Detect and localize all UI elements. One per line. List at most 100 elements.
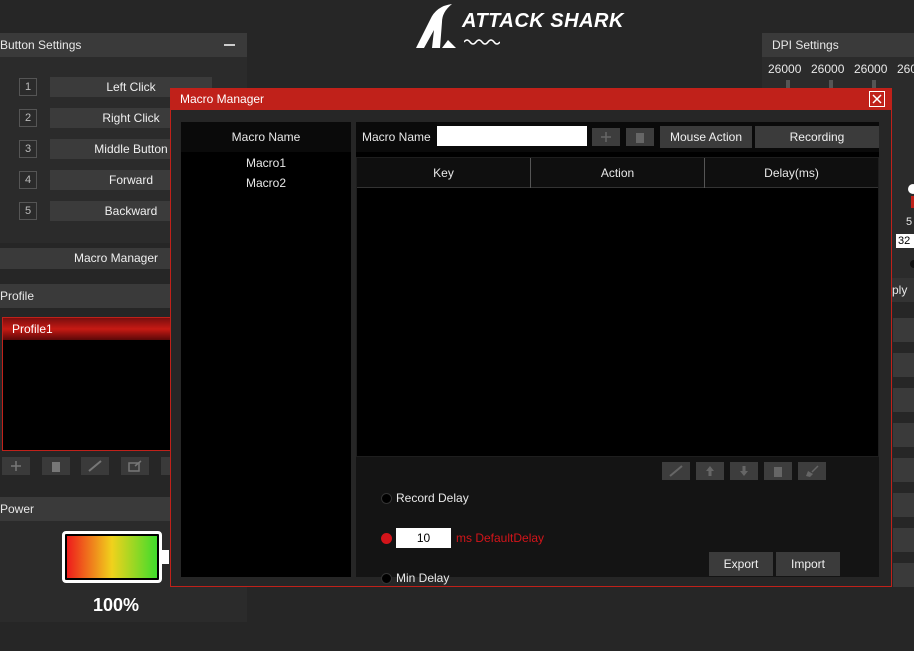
macro-toolbar: Macro Name Mouse Action Recording [356, 122, 879, 152]
minimize-icon[interactable] [224, 44, 235, 46]
macro-list-item[interactable]: Macro1 [181, 152, 351, 174]
right-list-row[interactable] [893, 388, 914, 412]
profile-add-button[interactable] [2, 457, 30, 475]
dpi-side-value: 5 [906, 216, 913, 228]
dpi-value-4: 260 [897, 62, 914, 76]
record-delay-radio[interactable] [381, 492, 392, 504]
brand-name: ATTACK SHARK [462, 10, 624, 32]
move-up-button[interactable] [696, 462, 724, 480]
plus-icon [11, 461, 21, 471]
trash-icon [52, 462, 60, 472]
import-label: Import [790, 557, 825, 571]
right-list-row[interactable] [893, 563, 914, 587]
button-number-badge: 4 [19, 171, 37, 189]
battery-fill [67, 536, 157, 578]
button-number-badge: 3 [19, 140, 37, 158]
dialog-title-bar: Macro Manager [171, 89, 891, 110]
macro-manager-button[interactable]: Macro Manager [0, 248, 172, 269]
profile-header: Profile [0, 284, 172, 308]
add-macro-button[interactable] [592, 128, 620, 146]
macro-manager-button-label: Macro Manager [73, 251, 159, 265]
record-delay-option[interactable]: Record Delay [381, 491, 469, 505]
macro-list-item-label: Macro1 [245, 156, 286, 170]
export-label: Export [723, 557, 759, 571]
button-assign-label: Right Click [102, 111, 160, 125]
power-title: Power [0, 502, 35, 516]
right-list-row[interactable] [893, 458, 914, 482]
dialog-close-button[interactable] [869, 91, 885, 107]
move-down-button[interactable] [730, 462, 758, 480]
macro-editor: Macro Name Mouse Action Recording Key Ac… [356, 122, 879, 585]
dpi-radio[interactable] [910, 260, 914, 268]
button-assign-label: Forward [108, 173, 153, 187]
column-delay[interactable]: Delay(ms) [705, 158, 878, 188]
macro-list-item-label: Macro2 [245, 176, 286, 190]
import-button[interactable]: Import [776, 552, 840, 576]
profile-edit-button[interactable] [81, 457, 109, 475]
export-button[interactable]: Export [709, 552, 773, 576]
button-settings-header: Button Settings [0, 33, 247, 57]
battery-percent: 100% [92, 595, 140, 615]
default-delay-label: ms DefaultDelay [456, 531, 545, 545]
dpi-value-3: 26000 [854, 62, 888, 76]
macro-name-input[interactable] [437, 126, 587, 146]
arrow-down-icon [740, 466, 748, 476]
min-delay-radio[interactable] [381, 572, 392, 584]
min-delay-option[interactable]: Min Delay [381, 571, 449, 585]
profile-export-button[interactable] [121, 457, 149, 475]
dpi-slider-handle[interactable] [908, 184, 914, 194]
arrow-up-icon [706, 466, 714, 476]
power-header: Power [0, 497, 172, 521]
plus-icon [601, 132, 611, 142]
dpi-input[interactable]: 32 [896, 234, 914, 248]
profile-list: Profile1 [2, 317, 172, 451]
edit-event-button[interactable] [662, 462, 690, 480]
recording-label: Recording [789, 130, 845, 144]
close-icon [872, 94, 882, 104]
profile-title: Profile [0, 289, 35, 303]
macro-name-label: Macro Name [362, 130, 431, 144]
macro-list-item[interactable]: Macro2 [181, 174, 351, 196]
record-delay-label: Record Delay [396, 491, 469, 505]
profile-delete-button[interactable] [42, 457, 70, 475]
delete-event-button[interactable] [764, 462, 792, 480]
column-key[interactable]: Key [357, 158, 531, 188]
default-delay-option[interactable]: ms DefaultDelay [381, 528, 544, 548]
profile-item[interactable]: Profile1 [3, 318, 171, 340]
button-assign-label: Backward [104, 204, 158, 218]
shark-logo-icon [416, 4, 456, 48]
recording-button[interactable]: Recording [755, 126, 879, 148]
dpi-settings-title: DPI Settings [772, 38, 839, 52]
dpi-input-value: 32 [898, 235, 911, 247]
right-list-row[interactable] [893, 318, 914, 342]
default-delay-input[interactable] [396, 528, 451, 548]
battery-icon [62, 531, 162, 583]
right-list-row[interactable] [893, 528, 914, 552]
button-number-badge: 2 [19, 109, 37, 127]
dpi-settings-header: DPI Settings [762, 33, 914, 57]
macro-options-area: Record Delay ms DefaultDelay Min Delay E… [356, 457, 879, 585]
button-assign-label: Left Click [106, 80, 156, 94]
table-header: Key Action Delay(ms) [357, 158, 878, 188]
default-delay-radio[interactable] [381, 532, 392, 544]
share-icon [128, 460, 142, 472]
profile-item-label: Profile1 [12, 322, 53, 336]
edit-icon [88, 460, 102, 472]
column-action[interactable]: Action [531, 158, 705, 188]
button-number-badge: 5 [19, 202, 37, 220]
button-settings-title: Button Settings [0, 38, 82, 52]
macro-list: Macro Name Macro1 Macro2 [181, 122, 351, 577]
mouse-action-button[interactable]: Mouse Action [660, 126, 752, 148]
dpi-value-1: 26000 [768, 62, 802, 76]
button-assign-label: Middle Button [94, 142, 168, 156]
macro-events-table: Key Action Delay(ms) [356, 157, 879, 457]
right-list-row[interactable] [893, 423, 914, 447]
delete-macro-button[interactable] [626, 128, 654, 146]
right-list-row[interactable] [893, 493, 914, 517]
right-list-row[interactable] [893, 353, 914, 377]
broom-icon [806, 465, 819, 477]
brand-logo: ATTACK SHARK [412, 0, 627, 52]
dialog-title: Macro Manager [180, 92, 265, 106]
battery-tip [162, 550, 169, 564]
clear-events-button[interactable] [798, 462, 826, 480]
